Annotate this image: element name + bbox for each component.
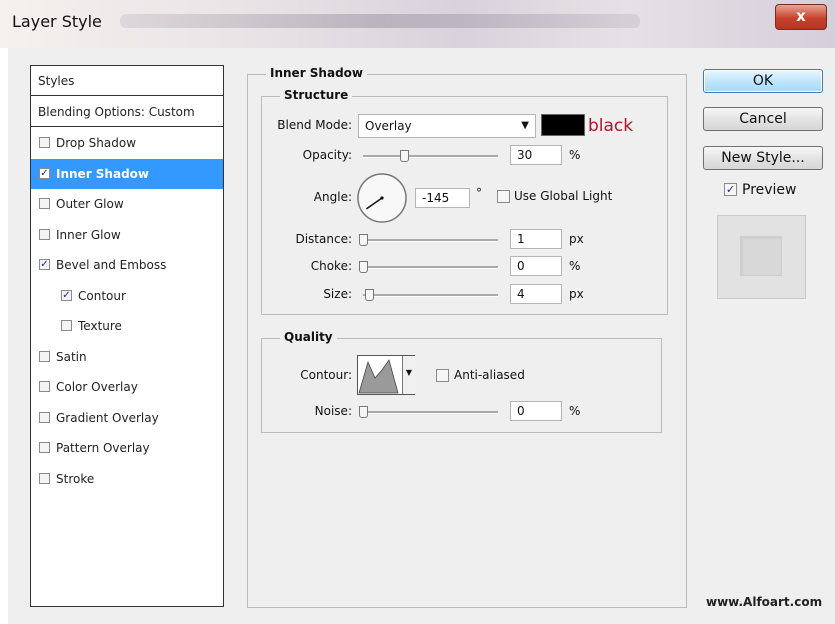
distance-slider-thumb[interactable] — [359, 234, 368, 246]
style-checkbox[interactable] — [39, 472, 50, 484]
size-field[interactable]: 4 — [510, 284, 562, 304]
preview-thumbnail — [717, 215, 806, 299]
contour-preview-icon — [358, 359, 399, 394]
style-item-label: Inner Shadow — [56, 166, 149, 181]
style-item-stroke[interactable]: Stroke — [31, 464, 223, 494]
style-item-texture[interactable]: Texture — [31, 311, 223, 341]
preview-swatch — [740, 236, 782, 276]
style-item-label: Stroke — [56, 471, 95, 486]
style-item-label: Texture — [78, 319, 122, 333]
new-style-button[interactable]: New Style... — [703, 146, 823, 170]
choke-field[interactable]: 0 — [510, 256, 562, 276]
use-global-light-checkbox[interactable] — [497, 190, 510, 203]
style-checkbox[interactable] — [39, 198, 50, 209]
contour-label: Contour: — [300, 368, 352, 382]
opacity-label: Opacity: — [302, 148, 352, 162]
menu-bar-blurred — [120, 14, 640, 28]
style-item-label: Contour — [78, 288, 126, 303]
dropdown-arrow-icon: ▼ — [521, 120, 529, 131]
style-checkbox[interactable]: ✓ — [39, 259, 50, 270]
style-item-label: Pattern Overlay — [56, 441, 150, 455]
quality-group — [261, 338, 662, 433]
style-checkbox[interactable] — [39, 137, 50, 148]
style-item-label: Drop Shadow — [56, 136, 137, 150]
blend-mode-value: Overlay — [365, 119, 412, 133]
quality-title: Quality — [280, 330, 337, 344]
color-annotation: black — [588, 116, 634, 136]
style-checkbox[interactable]: ✓ — [39, 167, 50, 179]
style-item-inner-shadow[interactable]: ✓ Inner Shadow — [31, 158, 223, 189]
angle-dial[interactable] — [355, 171, 409, 225]
section-title: Inner Shadow — [266, 66, 367, 80]
style-item-label: Gradient Overlay — [56, 410, 159, 425]
blending-options-item[interactable]: Blending Options: Custom — [31, 97, 223, 127]
angle-label: Angle: — [313, 190, 352, 204]
style-item-contour[interactable]: ✓ Contour — [31, 281, 223, 311]
angle-unit: ° — [476, 186, 482, 200]
style-item-label: Inner Glow — [56, 227, 121, 242]
blend-mode-label: Blend Mode: — [277, 118, 352, 132]
noise-slider-track[interactable] — [363, 411, 498, 414]
style-item-inner-glow[interactable]: Inner Glow — [31, 220, 223, 250]
opacity-field[interactable]: 30 — [510, 145, 562, 165]
contour-dropdown-icon[interactable]: ▼ — [402, 356, 415, 394]
style-item-bevel-and-emboss[interactable]: ✓ Bevel and Emboss — [31, 250, 223, 280]
title-bar: Layer Style x — [0, 0, 835, 48]
style-checkbox[interactable] — [39, 442, 50, 453]
structure-title: Structure — [280, 88, 353, 102]
shadow-color-swatch[interactable] — [541, 114, 585, 136]
distance-label: Distance: — [295, 232, 352, 246]
cancel-button[interactable]: Cancel — [703, 107, 823, 131]
size-label: Size: — [323, 287, 352, 301]
style-item-gradient-overlay[interactable]: Gradient Overlay — [31, 403, 223, 433]
use-global-light-label: Use Global Light — [514, 189, 613, 203]
style-item-label: Outer Glow — [56, 197, 124, 211]
preview-label: Preview — [742, 182, 797, 198]
watermark: www.Alfoart.com — [706, 595, 823, 609]
style-item-label: Color Overlay — [56, 380, 138, 394]
styles-list: Styles Blending Options: Custom Drop Sha… — [30, 65, 224, 607]
size-slider-thumb[interactable] — [365, 289, 374, 301]
style-item-label: Bevel and Emboss — [56, 258, 167, 272]
style-item-satin[interactable]: Satin — [31, 342, 223, 372]
style-checkbox[interactable] — [61, 320, 72, 331]
opacity-slider-thumb[interactable] — [399, 150, 409, 162]
opacity-unit: % — [569, 148, 581, 162]
anti-aliased-label: Anti-aliased — [454, 368, 525, 382]
choke-unit: % — [569, 259, 581, 273]
style-item-color-overlay[interactable]: Color Overlay — [31, 372, 223, 402]
style-checkbox[interactable] — [39, 228, 50, 240]
ok-button[interactable]: OK — [703, 69, 823, 93]
noise-unit: % — [569, 404, 581, 418]
noise-field[interactable]: 0 — [510, 401, 562, 421]
size-slider-track[interactable] — [363, 294, 498, 297]
close-button[interactable]: x — [775, 4, 827, 30]
preview-checkbox[interactable]: ✓ — [724, 183, 737, 196]
blend-mode-select[interactable]: Overlay ▼ — [358, 114, 536, 138]
style-item-label: Satin — [56, 349, 87, 364]
style-checkbox[interactable]: ✓ — [61, 289, 72, 301]
style-checkbox[interactable] — [39, 350, 50, 362]
distance-unit: px — [569, 232, 584, 246]
style-item-drop-shadow[interactable]: Drop Shadow — [31, 128, 223, 158]
noise-label: Noise: — [314, 404, 352, 418]
anti-aliased-checkbox[interactable] — [436, 369, 449, 382]
choke-slider-track[interactable] — [363, 266, 498, 269]
size-unit: px — [569, 287, 584, 301]
angle-field[interactable]: -145 — [415, 188, 470, 208]
style-checkbox[interactable] — [39, 381, 50, 392]
distance-field[interactable]: 1 — [510, 229, 562, 249]
opacity-slider-track[interactable] — [363, 155, 498, 158]
styles-header[interactable]: Styles — [31, 66, 223, 96]
noise-slider-thumb[interactable] — [359, 406, 368, 418]
style-item-outer-glow[interactable]: Outer Glow — [31, 189, 223, 219]
contour-picker[interactable]: ▼ — [357, 355, 415, 395]
style-item-pattern-overlay[interactable]: Pattern Overlay — [31, 433, 223, 463]
distance-slider-track[interactable] — [363, 239, 498, 242]
choke-label: Choke: — [310, 259, 352, 273]
window-title: Layer Style — [12, 12, 102, 31]
style-checkbox[interactable] — [39, 411, 50, 423]
choke-slider-thumb[interactable] — [359, 261, 368, 273]
angle-dial-center — [380, 196, 384, 200]
